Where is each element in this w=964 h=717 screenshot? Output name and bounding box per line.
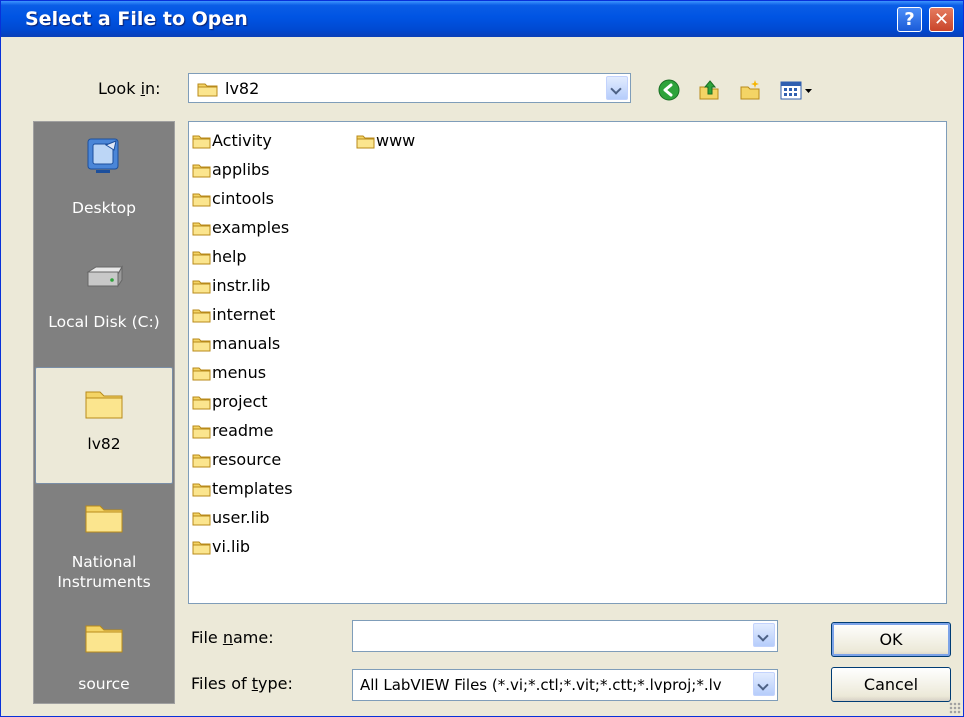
hard-drive-icon bbox=[86, 265, 123, 288]
folder-icon bbox=[192, 366, 211, 385]
back-icon[interactable] bbox=[658, 79, 680, 101]
list-item-label: www bbox=[376, 131, 416, 150]
folder-icon bbox=[192, 250, 211, 269]
chevron-down-icon[interactable] bbox=[753, 672, 775, 696]
folder-icon bbox=[197, 83, 218, 97]
folder-icon bbox=[192, 453, 211, 472]
chevron-down-icon[interactable] bbox=[753, 623, 775, 647]
window-title: Select a File to Open bbox=[25, 8, 248, 30]
folder-icon bbox=[192, 511, 211, 530]
place-label: lv82 bbox=[87, 435, 121, 453]
places-bar: Desktop Local Disk (C:) lv82 National In… bbox=[33, 121, 175, 704]
list-item-label: instr.lib bbox=[212, 276, 271, 295]
folder-icon bbox=[192, 395, 211, 414]
list-item-label: manuals bbox=[212, 334, 281, 353]
folder-icon bbox=[192, 221, 211, 240]
folder-icon bbox=[192, 192, 211, 211]
list-item-label: applibs bbox=[212, 160, 270, 179]
file-type-label: Files of type: bbox=[191, 674, 293, 693]
up-folder-icon[interactable] bbox=[698, 79, 720, 101]
list-item-label: templates bbox=[212, 479, 293, 498]
place-source[interactable]: source bbox=[34, 616, 174, 702]
place-desktop[interactable]: Desktop bbox=[34, 128, 174, 238]
list-item-label: examples bbox=[212, 218, 290, 237]
folder-icon bbox=[85, 391, 123, 419]
help-icon: ? bbox=[904, 9, 915, 30]
chevron-down-icon[interactable] bbox=[606, 76, 628, 100]
views-menu-icon[interactable] bbox=[780, 79, 820, 101]
file-type-select[interactable]: All LabVIEW Files (*.vi;*.ctl;*.vit;*.ct… bbox=[352, 669, 778, 701]
list-item-label: user.lib bbox=[212, 508, 270, 527]
cancel-button[interactable]: Cancel bbox=[831, 667, 951, 702]
look-in-value: lv82 bbox=[225, 79, 260, 98]
list-item-label: project bbox=[212, 392, 268, 411]
place-label: Desktop bbox=[72, 199, 136, 217]
look-in-label: Look in: bbox=[98, 79, 161, 98]
file-type-value: All LabVIEW Files (*.vi;*.ctl;*.vit;*.ct… bbox=[360, 676, 722, 694]
place-label: Local Disk (C:) bbox=[48, 313, 160, 331]
file-name-label: File name: bbox=[191, 628, 274, 647]
place-label: source bbox=[78, 675, 130, 693]
list-item-label: Activity bbox=[212, 131, 272, 150]
list-item-label: internet bbox=[212, 305, 276, 324]
folder-icon bbox=[192, 308, 211, 327]
help-button[interactable]: ? bbox=[897, 7, 922, 32]
folder-icon bbox=[85, 505, 123, 533]
folder-icon bbox=[192, 482, 211, 501]
file-list[interactable]: Activity applibs cintools examples help instr… bbox=[188, 121, 947, 604]
list-item-label: resource bbox=[212, 450, 282, 469]
list-item-label: readme bbox=[212, 421, 274, 440]
title-bar[interactable]: Select a File to Open ? ✕ bbox=[1, 1, 963, 37]
folder-icon bbox=[192, 279, 211, 298]
folder-icon bbox=[192, 163, 211, 182]
look-in-dropdown[interactable]: lv82 bbox=[188, 73, 631, 103]
close-icon: ✕ bbox=[933, 9, 950, 30]
place-national-instruments[interactable]: National Instruments bbox=[34, 494, 174, 606]
file-name-field[interactable] bbox=[352, 620, 778, 652]
place-local-disk[interactable]: Local Disk (C:) bbox=[34, 250, 174, 360]
resize-grip-icon[interactable] bbox=[949, 702, 961, 714]
desktop-icon bbox=[87, 138, 119, 173]
place-lv82[interactable]: lv82 bbox=[35, 367, 173, 484]
folder-icon bbox=[192, 337, 211, 356]
folder-icon bbox=[192, 424, 211, 443]
list-item-label: cintools bbox=[212, 189, 275, 208]
list-item-label: help bbox=[212, 247, 247, 266]
list-item-label: menus bbox=[212, 363, 267, 382]
new-folder-icon[interactable] bbox=[739, 79, 761, 101]
file-open-dialog: Select a File to Open ? ✕ Look in: lv82 bbox=[0, 0, 964, 717]
folder-icon bbox=[356, 134, 375, 153]
list-item-label: vi.lib bbox=[212, 537, 251, 556]
folder-icon bbox=[85, 625, 123, 653]
folder-icon bbox=[192, 540, 211, 559]
place-label: National Instruments bbox=[57, 553, 151, 591]
close-button[interactable]: ✕ bbox=[929, 7, 954, 32]
ok-button[interactable]: OK bbox=[831, 622, 951, 657]
folder-icon bbox=[192, 134, 211, 153]
